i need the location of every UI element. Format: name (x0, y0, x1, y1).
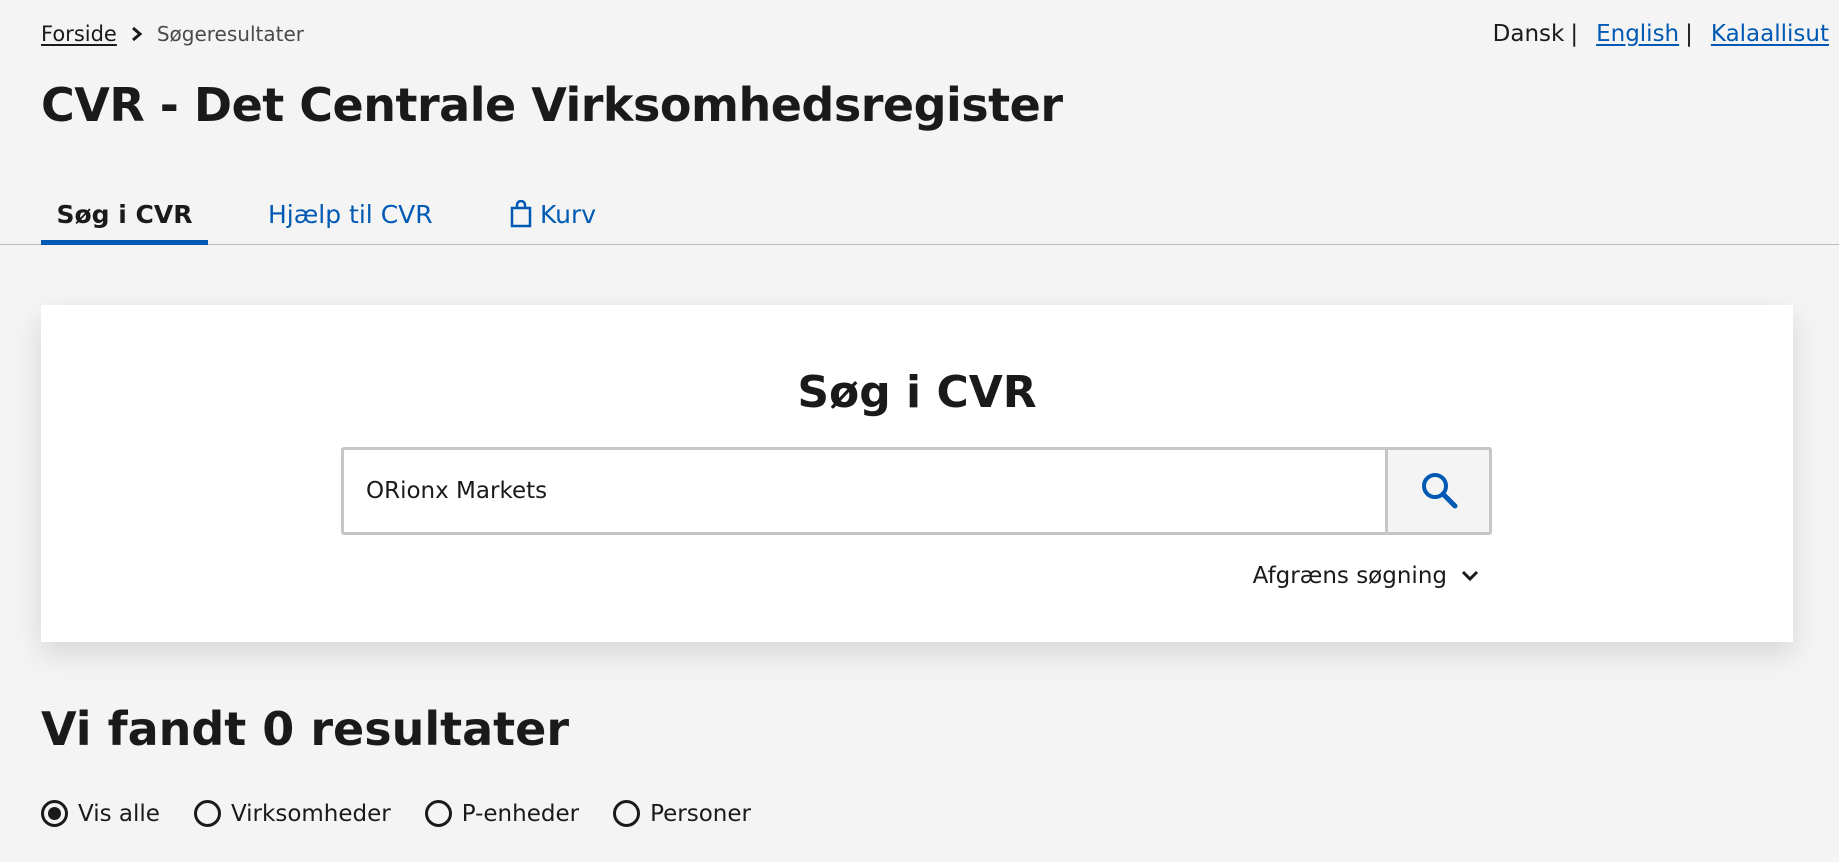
search-box (341, 447, 1492, 535)
tab-cart[interactable]: Kurv (510, 184, 596, 244)
language-greenlandic-link[interactable]: Kalaallisut (1711, 21, 1829, 47)
language-current: Dansk (1492, 21, 1565, 47)
tab-label: Kurv (540, 200, 597, 229)
radio-label: Vis alle (78, 800, 160, 827)
refine-search-toggle[interactable]: Afgræns søgning (1253, 563, 1479, 589)
radio-dot (48, 807, 61, 820)
tab-label: Hjælp til CVR (268, 200, 433, 229)
search-icon (1419, 470, 1459, 513)
search-heading: Søg i CVR (797, 367, 1037, 418)
chevron-right-icon (131, 26, 143, 42)
search-button[interactable] (1385, 450, 1489, 532)
radio-selected[interactable] (41, 800, 68, 827)
search-card: Søg i CVR Afgræns søgning (41, 305, 1793, 642)
divider: | (1570, 21, 1579, 47)
radio-unselected[interactable] (613, 800, 641, 827)
page-title: CVR - Det Centrale Virksomhedsregister (41, 78, 1063, 132)
tab-help[interactable]: Hjælp til CVR (268, 184, 433, 244)
filter-radio-all[interactable]: Vis alle (41, 800, 160, 827)
search-input[interactable] (344, 450, 1385, 532)
result-filter-group: Vis alle Virksomheder P-enheder Personer (41, 800, 785, 827)
shopping-bag-icon (510, 200, 532, 228)
radio-unselected[interactable] (424, 800, 452, 827)
topbar: Forside Søgeresultater Dansk | English |… (41, 18, 1829, 50)
radio-unselected[interactable] (193, 800, 221, 827)
tab-bar: Søg i CVR Hjælp til CVR Kurv (0, 170, 1839, 245)
tab-search[interactable]: Søg i CVR (41, 184, 208, 245)
tab-label: Søg i CVR (56, 200, 193, 229)
breadcrumb-home-link[interactable]: Forside (41, 22, 117, 46)
filter-radio-companies[interactable]: Virksomheder (193, 800, 391, 827)
divider: | (1685, 21, 1693, 47)
page: Forside Søgeresultater Dansk | English |… (0, 0, 1839, 862)
refine-search-label: Afgræns søgning (1252, 563, 1447, 589)
results-title: Vi fandt 0 resultater (41, 702, 570, 756)
language-english-link[interactable]: English (1596, 21, 1679, 47)
chevron-down-icon (1461, 570, 1479, 582)
breadcrumb: Forside Søgeresultater (41, 22, 304, 46)
radio-label: P-enheder (461, 800, 580, 827)
filter-radio-p-units[interactable]: P-enheder (424, 800, 580, 827)
radio-label: Virksomheder (230, 800, 391, 827)
breadcrumb-current: Søgeresultater (156, 22, 304, 46)
language-switcher: Dansk | English | Kalaallisut (1493, 21, 1829, 47)
radio-label: Personer (650, 800, 751, 827)
filter-radio-persons[interactable]: Personer (613, 800, 751, 827)
